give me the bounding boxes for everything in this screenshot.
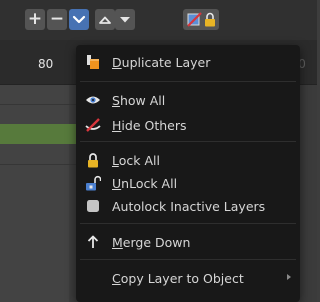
menu-separator [80, 223, 296, 224]
timeline-area-edge [300, 85, 317, 302]
menu-item-duplicate-layer[interactable]: Duplicate Layer [76, 51, 300, 73]
duplicate-layer-icon [85, 54, 101, 70]
menu-item-merge-down[interactable]: Merge Down [76, 231, 300, 253]
menu-separator [80, 81, 296, 82]
move-layer-down-button[interactable] [115, 9, 135, 30]
remove-layer-button[interactable]: − [47, 9, 67, 30]
triangle-up-icon [99, 16, 111, 24]
layer-toolbar: + − [0, 0, 317, 40]
triangle-down-icon [120, 16, 130, 22]
menu-item-lock-all[interactable]: Lock All [76, 149, 300, 171]
layer-specials-menu: Duplicate Layer Show All Hide Others Loc… [76, 45, 300, 302]
menu-item-unlock-all[interactable]: UnLock All [76, 172, 300, 194]
menu-item-autolock-inactive-layers[interactable]: Autolock Inactive Layers [76, 195, 300, 217]
menu-separator [80, 259, 296, 260]
layer-specials-button[interactable] [69, 9, 89, 30]
chevron-down-icon [72, 15, 86, 23]
move-layer-up-button[interactable] [95, 9, 115, 30]
menu-item-hide-others[interactable]: Hide Others [76, 114, 300, 136]
checkbox-icon[interactable] [85, 198, 101, 214]
add-layer-button[interactable]: + [25, 9, 45, 30]
eye-hidden-icon [85, 117, 101, 133]
menu-separator [80, 141, 296, 142]
lock-closed-icon [85, 152, 101, 168]
layer-visibility-lock-buttons[interactable] [183, 9, 219, 30]
padlock-icon [204, 12, 215, 27]
menu-item-copy-layer-to-object[interactable]: Copy Layer to Object [76, 267, 300, 289]
layer-channel-list[interactable] [0, 85, 69, 302]
arrow-up-icon [85, 234, 101, 250]
lock-open-icon [85, 175, 101, 191]
eye-icon [85, 92, 101, 108]
submenu-arrow-icon [287, 274, 291, 280]
menu-item-show-all[interactable]: Show All [76, 89, 300, 111]
layer-isolate-icon [186, 12, 202, 27]
frame-number-80: 80 [38, 57, 54, 71]
